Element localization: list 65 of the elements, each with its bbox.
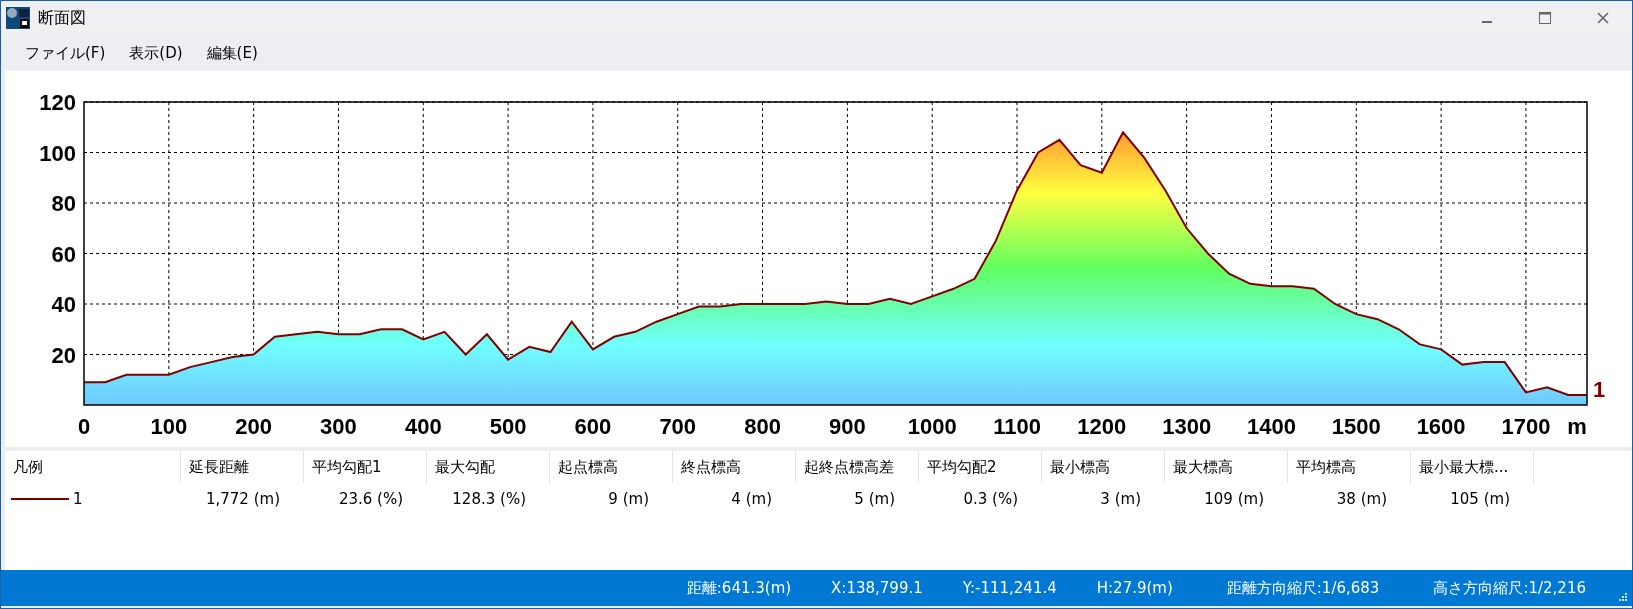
- minimize-icon: [1482, 21, 1492, 23]
- close-icon: [1596, 11, 1610, 25]
- status-text: 高さ方向縮尺:1/2,216: [1433, 578, 1586, 598]
- y-tick-label: 40: [51, 292, 76, 317]
- y-tick-label: 20: [51, 342, 76, 368]
- table-cell-text: 109 (m): [1203, 490, 1265, 508]
- status-text: X:138,799.1: [831, 579, 923, 597]
- x-tick-label: 1700: [1501, 414, 1551, 439]
- table-cell-text: 5 (m): [853, 490, 896, 508]
- table-cell-text: 128.3 (%): [451, 490, 527, 508]
- column-header[interactable]: 平均勾配1: [304, 451, 427, 483]
- x-tick-label: 100: [150, 414, 188, 439]
- x-tick-label: 400: [404, 414, 442, 439]
- x-tick-label: 1000: [907, 414, 957, 439]
- column-header[interactable]: 平均標高: [1288, 451, 1411, 483]
- status-text: Y:-111,241.4: [962, 579, 1057, 597]
- y-tick-label: 100: [39, 140, 76, 166]
- legend-label: 1: [73, 490, 83, 508]
- y-tick-label: 60: [51, 241, 76, 267]
- table-cell-text: 38 (m): [1335, 490, 1388, 508]
- x-tick-label: 1300: [1162, 414, 1212, 439]
- x-tick-label: 1100: [993, 414, 1041, 439]
- x-tick-label: 300: [320, 414, 357, 439]
- table-cell-text: 9 (m): [607, 490, 650, 508]
- x-tick-label: 1200: [1077, 414, 1127, 439]
- x-tick-label: 0: [77, 414, 91, 439]
- column-header[interactable]: 平均勾配2: [919, 451, 1042, 483]
- column-header[interactable]: 延長距離: [181, 451, 304, 483]
- x-tick-label: 1500: [1331, 414, 1381, 439]
- table-cell-text: 4 (m): [730, 490, 773, 508]
- x-tick-label: 900: [829, 414, 866, 439]
- x-tick-label: 1600: [1416, 414, 1466, 439]
- x-tick-label: 800: [744, 414, 781, 439]
- menu-item[interactable]: ファイル(F): [15, 39, 116, 67]
- x-tick-label: 500: [489, 414, 527, 439]
- column-header[interactable]: 最小最大標...: [1411, 451, 1534, 483]
- table-cell-text: 3 (m): [1099, 490, 1142, 508]
- y-tick-label: 120: [39, 90, 76, 115]
- menu-item[interactable]: 編集(E): [196, 39, 268, 67]
- resize-grip-icon[interactable]: [1616, 590, 1628, 602]
- x-tick-label: 700: [659, 414, 697, 439]
- x-tick-label: 600: [574, 414, 612, 439]
- y-tick-label: 80: [51, 191, 76, 216]
- column-header[interactable]: 起点標高: [550, 451, 673, 483]
- x-tick-label: 1400: [1247, 414, 1296, 439]
- window-title: 断面図: [38, 7, 86, 29]
- column-header[interactable]: 最小標高: [1042, 451, 1165, 483]
- table-cell-text: 105 (m): [1449, 490, 1511, 508]
- series-label: 1: [1593, 376, 1606, 402]
- column-header[interactable]: 最大勾配: [427, 451, 550, 483]
- status-text: H:27.9(m): [1096, 579, 1173, 597]
- maximize-icon: [1538, 11, 1552, 25]
- status-text: 距離方向縮尺:1/6,683: [1226, 578, 1380, 598]
- app-icon: [6, 7, 30, 29]
- status-text: 距離:641.3(m): [686, 578, 792, 598]
- column-header[interactable]: 凡例: [5, 451, 181, 483]
- table-cell-text: 23.6 (%): [337, 490, 404, 508]
- table-cell-text: 1,772 (m): [204, 490, 281, 508]
- column-header[interactable]: 最大標高: [1165, 451, 1288, 483]
- column-header[interactable]: 起終点標高差: [796, 451, 919, 483]
- x-axis-unit: m: [1567, 414, 1587, 439]
- menu-item[interactable]: 表示(D): [119, 39, 193, 67]
- table-cell-text: 0.3 (%): [962, 490, 1019, 508]
- column-header[interactable]: 終点標高: [673, 451, 796, 483]
- x-tick-label: 200: [235, 414, 272, 439]
